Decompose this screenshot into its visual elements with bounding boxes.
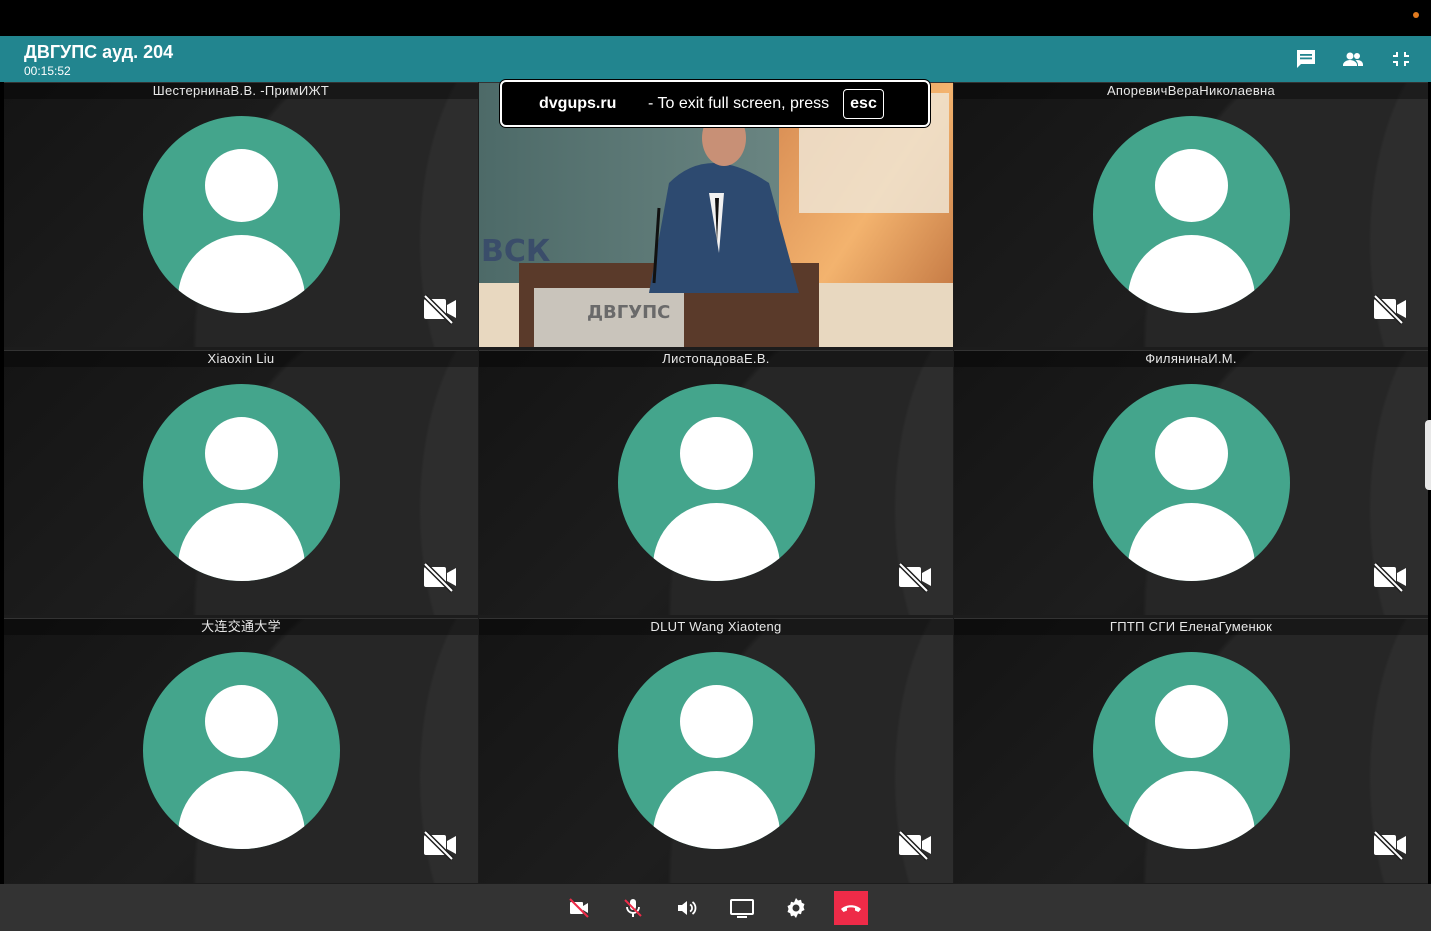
camera-off-icon [1372,829,1408,861]
avatar [618,384,815,581]
toast-site: dvgups.ru [539,95,617,112]
camera-off-icon [422,561,458,593]
participant-tile[interactable]: ЛистопадоваЕ.В. [479,350,953,615]
settings-button[interactable] [779,891,813,925]
avatar [143,116,340,313]
camera-off-icon [1372,561,1408,593]
screen-share-icon [730,899,754,918]
camera-off-icon [422,829,458,861]
mic-off-icon [624,899,642,917]
side-drawer-handle[interactable] [1425,420,1431,490]
camera-off-icon [569,898,589,918]
call-toolbar [0,884,1431,931]
status-indicator-dot [1413,12,1419,18]
fullscreen-toast: dvgups.ru - To exit full screen, press e… [500,80,930,127]
exit-fullscreen-icon[interactable] [1388,47,1412,71]
esc-key: esc [843,89,884,119]
avatar [618,652,815,849]
settings-icon [787,898,805,918]
camera-off-icon [422,293,458,325]
participant-tile[interactable]: АпоревичВераНиколаевна [954,82,1428,347]
participant-name: Xiaoxin Liu [4,351,478,367]
participant-grid: ШестернинаВ.В. -ПримИЖТ ВСК ДВГУПС Апоре… [4,82,1428,884]
participant-name: ФилянинаИ.М. [954,351,1428,367]
participant-tile[interactable]: 大连交通大学 [4,618,478,883]
participant-name: DLUT Wang Xiaoteng [479,619,953,635]
camera-off-icon [897,561,933,593]
screen-share-button[interactable] [725,891,759,925]
avatar [1093,384,1290,581]
camera-off-icon [897,829,933,861]
volume-icon [678,901,697,915]
participant-name: ЛистопадоваЕ.В. [479,351,953,367]
meeting-header: ДВГУПС ауд. 204 00:15:52 [0,36,1431,82]
camera-off-icon [1372,293,1408,325]
participant-tile[interactable]: Xiaoxin Liu [4,350,478,615]
hang-up-icon [841,905,861,912]
avatar [1093,116,1290,313]
participant-tile[interactable]: DLUT Wang Xiaoteng [479,618,953,883]
meeting-title: ДВГУПС ауд. 204 [24,42,174,62]
participant-name: ШестернинаВ.В. -ПримИЖТ [4,83,478,99]
mic-toggle-button[interactable] [616,891,650,925]
participant-tile[interactable]: ГПТП СГИ ЕленаГуменюк [954,618,1428,883]
avatar [1093,652,1290,849]
toast-message: - To exit full screen, press [648,95,830,112]
avatar [143,652,340,849]
meeting-timer: 00:15:52 [24,64,71,78]
camera-toggle-button[interactable] [562,891,596,925]
participant-tile[interactable]: ШестернинаВ.В. -ПримИЖТ [4,82,478,347]
participant-tile[interactable]: ФилянинаИ.М. [954,350,1428,615]
volume-button[interactable] [670,891,704,925]
participant-name: АпоревичВераНиколаевна [954,83,1428,99]
avatar [143,384,340,581]
participant-name: ГПТП СГИ ЕленаГуменюк [954,619,1428,635]
participant-name: 大连交通大学 [4,619,478,635]
participants-icon[interactable] [1341,47,1365,71]
video-text: ВСК [481,234,551,269]
chat-icon[interactable] [1294,47,1318,71]
hang-up-button[interactable] [834,891,868,925]
system-status-bar [0,0,1431,36]
video-text: ДВГУПС [587,302,670,323]
